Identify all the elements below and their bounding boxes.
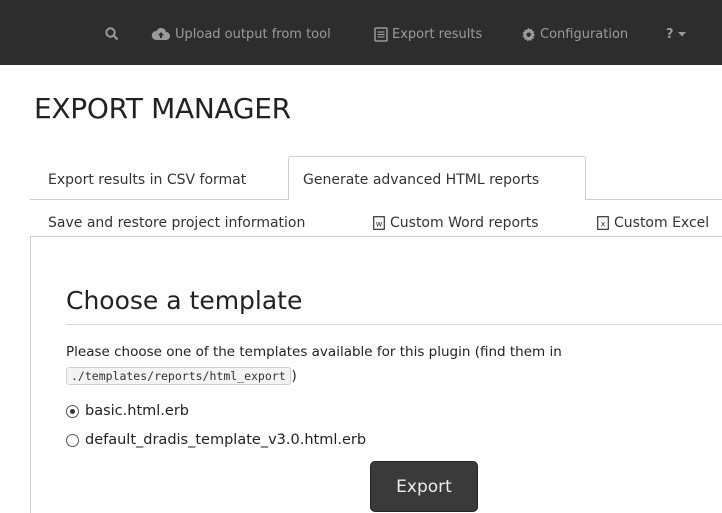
tab-label: Generate advanced HTML reports: [303, 172, 540, 188]
nav-help-dropdown[interactable]: ?: [666, 24, 691, 44]
template-option-label: default_dradis_template_v3.0.html.erb: [85, 432, 367, 448]
nav-configuration-label: Configuration: [540, 26, 629, 42]
template-option-dradis[interactable]: default_dradis_template_v3.0.html.erb: [66, 432, 366, 448]
help-text: Please choose one of the templates avail…: [66, 344, 562, 360]
template-option-label: basic.html.erb: [85, 403, 189, 419]
tab-label: Save and restore project information: [48, 215, 306, 231]
tab-label: Export results in CSV format: [48, 172, 247, 188]
nav-upload-output[interactable]: Upload output from tool: [151, 24, 331, 44]
tab-divider: [586, 199, 722, 200]
excel-file-icon: x: [597, 216, 609, 230]
tab-save-restore[interactable]: Save and restore project information: [48, 215, 305, 231]
heading-divider: [66, 324, 722, 325]
top-navbar: Upload output from tool Export results C…: [0, 0, 722, 65]
tab-label: Custom Word reports: [390, 215, 539, 231]
tab-csv-export[interactable]: Export results in CSV format: [48, 172, 246, 188]
tab-label: Custom Excel: [614, 215, 710, 231]
help-text-suffix: ): [291, 368, 297, 384]
template-path: ./templates/reports/html_export: [66, 367, 291, 385]
radio-button[interactable]: [66, 433, 79, 447]
tab-excel-reports[interactable]: x Custom Excel: [597, 215, 709, 231]
search-button[interactable]: [105, 24, 123, 44]
search-icon: [105, 27, 119, 41]
template-option-basic[interactable]: basic.html.erb: [66, 403, 189, 419]
nav-upload-label: Upload output from tool: [175, 26, 331, 42]
svg-text:w: w: [376, 220, 383, 229]
tab-html-reports[interactable]: Generate advanced HTML reports: [303, 172, 539, 188]
radio-button[interactable]: [66, 404, 79, 418]
nav-help-label: ?: [666, 26, 674, 42]
gear-icon: [522, 27, 536, 41]
page-title: EXPORT MANAGER: [34, 92, 291, 125]
word-file-icon: w: [373, 216, 385, 230]
nav-configuration[interactable]: Configuration: [521, 24, 628, 44]
panel-heading: Choose a template: [66, 286, 303, 315]
template-path-line: ./templates/reports/html_export ): [66, 367, 297, 385]
cloud-upload-icon: [151, 27, 170, 40]
file-text-icon: [374, 26, 388, 42]
nav-export-label: Export results: [392, 26, 483, 42]
caret-down-icon: [677, 32, 686, 37]
svg-text:x: x: [601, 220, 606, 229]
tab-divider: [30, 199, 288, 200]
tab-word-reports[interactable]: w Custom Word reports: [373, 215, 539, 231]
export-button[interactable]: Export: [370, 461, 478, 512]
nav-export-results[interactable]: Export results: [374, 24, 482, 44]
